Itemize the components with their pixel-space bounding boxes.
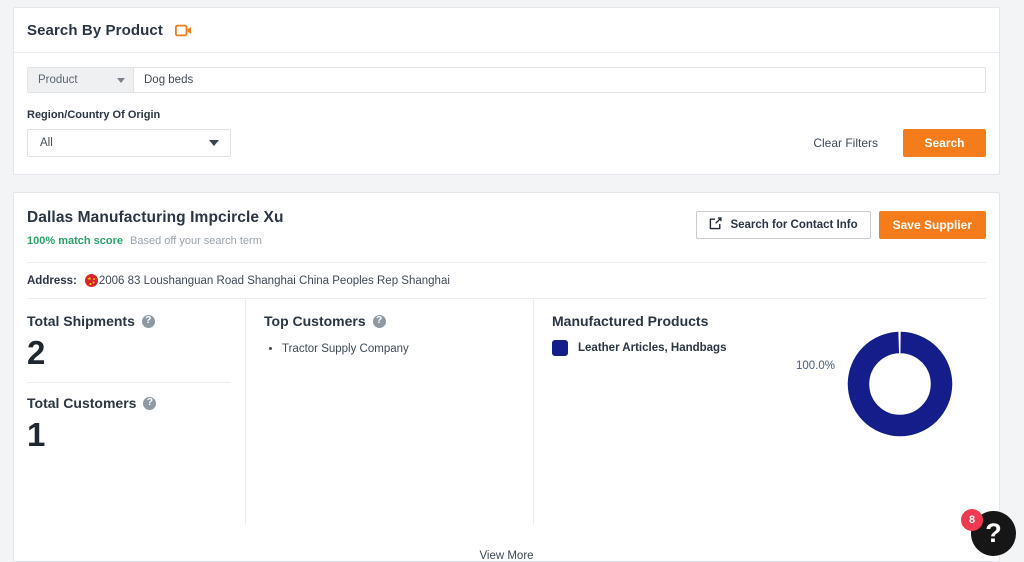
stats-panel: Total Shipments ? 2 Total Customers ? 1 — [27, 299, 245, 525]
supplier-match-row: 100% match score Based off your search t… — [27, 235, 284, 247]
stats-divider — [27, 382, 231, 384]
chevron-down-icon — [209, 140, 219, 146]
total-customers-value: 1 — [27, 416, 46, 454]
legend-label: Leather Articles, Handbags — [578, 342, 727, 354]
app-page: Search By Product Product Region/Country… — [0, 0, 1024, 562]
address-label: Address: — [27, 274, 77, 287]
supplier-actions: Search for Contact Info Save Supplier — [696, 209, 986, 239]
region-country-select[interactable]: All — [27, 129, 231, 157]
top-customers-list: Tractor Supply Company — [264, 340, 533, 358]
clear-filters-button[interactable]: Clear Filters — [813, 136, 885, 150]
page-title: Search By Product — [27, 21, 163, 39]
product-type-select-value: Product — [38, 74, 78, 86]
manufactured-products-label: Manufactured Products — [552, 313, 709, 329]
help-circle-icon[interactable]: ? — [143, 396, 157, 410]
search-for-contact-info-button[interactable]: Search for Contact Info — [696, 211, 871, 239]
top-customers-title-row: Top Customers ? — [264, 313, 533, 329]
video-camera-icon[interactable] — [174, 24, 192, 37]
view-more-button[interactable]: View More — [14, 550, 999, 562]
legend-swatch-icon — [552, 340, 568, 356]
product-search-row: Product — [27, 67, 986, 93]
supplier-detail-panels: Total Shipments ? 2 Total Customers ? 1 … — [27, 299, 986, 525]
search-for-contact-info-label: Search for Contact Info — [730, 219, 858, 231]
donut-percent-label: 100.0% — [796, 360, 836, 372]
help-notification-badge[interactable]: 8 — [961, 509, 983, 531]
manufactured-products-panel: Manufactured Products Leather Articles, … — [533, 299, 986, 525]
search-actions: Clear Filters Search — [813, 129, 986, 157]
help-circle-icon[interactable]: ? — [372, 314, 386, 328]
region-field-label: Region/Country Of Origin — [27, 109, 161, 121]
product-search-input[interactable] — [133, 67, 986, 93]
match-score-badge: 100% match score — [27, 235, 123, 247]
region-row: All Clear Filters Search — [27, 129, 986, 157]
china-flag-icon — [84, 274, 98, 287]
donut-segment-leather-articles-handbags — [847, 331, 953, 437]
search-card-header: Search By Product — [14, 8, 999, 53]
supplier-result-card: Dallas Manufacturing Impcircle Xu 100% m… — [13, 192, 1000, 562]
top-customers-panel: Top Customers ? Tractor Supply Company — [245, 299, 533, 525]
total-customers-title-row: Total Customers ? — [27, 395, 231, 411]
total-shipments-value: 2 — [27, 334, 46, 371]
save-supplier-button[interactable]: Save Supplier — [878, 211, 986, 239]
total-customers-label: Total Customers — [27, 395, 137, 412]
manufactured-products-donut-chart: 100.0% — [782, 309, 1002, 459]
match-score-note: Based off your search term — [130, 235, 262, 247]
search-button[interactable]: Search — [903, 129, 986, 157]
view-more-label: View More — [479, 550, 534, 562]
list-item: Tractor Supply Company — [282, 340, 533, 358]
total-shipments-title-row: Total Shipments ? — [27, 313, 231, 329]
region-country-select-value: All — [40, 137, 53, 149]
address-value: 2006 83 Loushanguan Road Shanghai China … — [98, 274, 450, 287]
search-card-body: Product Region/Country Of Origin All Cle… — [14, 53, 999, 174]
supplier-header: Dallas Manufacturing Impcircle Xu 100% m… — [14, 193, 999, 247]
supplier-name: Dallas Manufacturing Impcircle Xu — [27, 209, 284, 226]
supplier-identity: Dallas Manufacturing Impcircle Xu 100% m… — [27, 209, 284, 247]
product-type-select[interactable]: Product — [27, 67, 133, 93]
search-by-product-card: Search By Product Product Region/Country… — [13, 7, 1000, 175]
external-link-icon — [709, 217, 723, 233]
chevron-down-icon — [117, 77, 125, 83]
supplier-address-row: Address: 2006 83 Loushanguan Road Shangh… — [14, 263, 999, 287]
top-customers-label: Top Customers — [264, 313, 366, 329]
help-circle-icon[interactable]: ? — [141, 314, 155, 328]
donut-svg — [847, 331, 953, 437]
total-shipments-label: Total Shipments — [27, 313, 135, 329]
